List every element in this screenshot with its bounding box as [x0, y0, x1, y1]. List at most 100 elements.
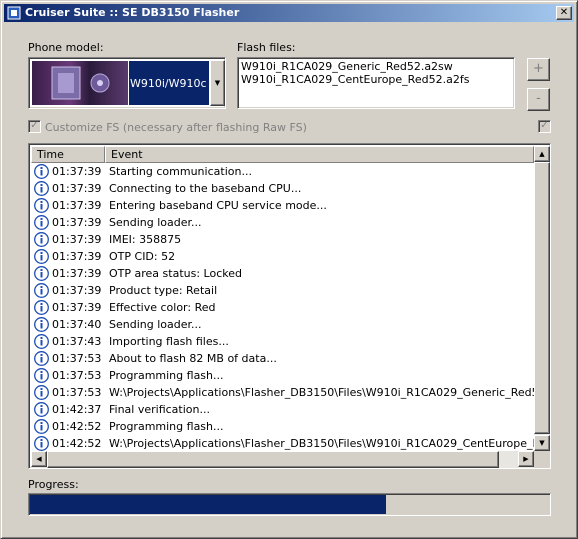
table-row[interactable]: 01:37:53 Programming flash... — [31, 367, 534, 384]
row-time: 01:37:39 — [52, 233, 102, 246]
table-row[interactable]: 01:37:39 Product type: Retail — [31, 282, 534, 299]
flasher-window: Cruiser Suite :: SE DB3150 Flasher ✕ Pho… — [0, 0, 578, 539]
row-event: W:\Projects\Applications\Flasher_DB3150\… — [109, 386, 534, 399]
progress-fill — [30, 495, 386, 514]
info-icon — [34, 215, 49, 230]
row-time: 01:37:39 — [52, 284, 102, 297]
table-row[interactable]: 01:37:39 Connecting to the baseband CPU..… — [31, 180, 534, 197]
info-icon — [34, 385, 49, 400]
row-time: 01:37:39 — [52, 267, 102, 280]
row-event: Connecting to the baseband CPU... — [109, 182, 302, 195]
horizontal-scrollbar[interactable]: ◀ ▶ — [31, 451, 534, 468]
scrollbar-corner — [534, 451, 550, 468]
remove-file-button[interactable]: - — [527, 88, 550, 111]
progress-bar — [28, 493, 551, 516]
phone-model-label: Phone model: — [28, 41, 104, 54]
phone-model-select[interactable]: W910i/W910c ▼ — [28, 57, 226, 109]
vertical-scrollbar[interactable]: ▲ ▼ — [534, 146, 550, 451]
horizontal-scroll-thumb[interactable] — [47, 451, 499, 468]
column-header-time[interactable]: Time — [31, 146, 105, 163]
row-time: 01:37:39 — [52, 182, 102, 195]
list-item[interactable]: W910i_R1CA029_Generic_Red52.a2sw — [241, 60, 511, 73]
event-log[interactable]: Time Event 01:37:39 Starting communicatio… — [28, 143, 551, 469]
table-row[interactable]: 01:37:53 About to flash 82 MB of data... — [31, 350, 534, 367]
table-row[interactable]: 01:37:39 OTP area status: Locked — [31, 265, 534, 282]
row-event: W:\Projects\Applications\Flasher_DB3150\… — [109, 437, 534, 450]
log-header: Time Event — [31, 146, 534, 163]
row-event: Sending loader... — [109, 318, 202, 331]
checkmark-icon: ✓ — [30, 120, 39, 131]
row-time: 01:37:40 — [52, 318, 102, 331]
option-checkbox[interactable]: ✓ — [538, 120, 551, 133]
customize-fs-label: Customize FS (necessary after flashing R… — [45, 121, 307, 134]
close-icon: ✕ — [559, 7, 569, 18]
row-event: IMEI: 358875 — [109, 233, 182, 246]
table-row[interactable]: 01:37:43 Importing flash files... — [31, 333, 534, 350]
row-time: 01:42:52 — [52, 437, 102, 450]
row-time: 01:37:39 — [52, 165, 102, 178]
flash-files-list[interactable]: W910i_R1CA029_Generic_Red52.a2sw W910i_R… — [237, 57, 515, 109]
row-time: 01:37:39 — [52, 199, 102, 212]
row-time: 01:37:39 — [52, 216, 102, 229]
phone-image — [32, 61, 128, 105]
info-icon — [34, 334, 49, 349]
arrow-up-icon: ▲ — [539, 150, 545, 158]
row-time: 01:37:53 — [52, 386, 102, 399]
row-event: Starting communication... — [109, 165, 252, 178]
scroll-right-button[interactable]: ▶ — [518, 451, 534, 467]
row-event: About to flash 82 MB of data... — [109, 352, 277, 365]
info-icon — [34, 283, 49, 298]
table-row[interactable]: 01:42:37 Final verification... — [31, 401, 534, 418]
arrow-down-icon: ▼ — [539, 439, 545, 447]
scroll-left-button[interactable]: ◀ — [31, 451, 47, 467]
row-event: OTP area status: Locked — [109, 267, 242, 280]
table-row[interactable]: 01:37:39 Starting communication... — [31, 163, 534, 180]
row-event: Final verification... — [109, 403, 210, 416]
row-event: Entering baseband CPU service mode... — [109, 199, 327, 212]
close-button[interactable]: ✕ — [556, 6, 572, 20]
title-bar[interactable]: Cruiser Suite :: SE DB3150 Flasher ✕ — [4, 4, 574, 22]
phone-model-value: W910i/W910c — [129, 61, 209, 105]
row-event: Programming flash... — [109, 420, 224, 433]
arrow-left-icon: ◀ — [36, 455, 42, 463]
add-file-button[interactable]: + — [527, 58, 550, 81]
info-icon — [34, 181, 49, 196]
chevron-down-icon: ▼ — [214, 79, 221, 87]
row-event: OTP CID: 52 — [109, 250, 176, 263]
row-event: Product type: Retail — [109, 284, 218, 297]
scroll-down-button[interactable]: ▼ — [534, 435, 550, 451]
checkmark-icon: ✓ — [540, 120, 549, 131]
scroll-up-button[interactable]: ▲ — [534, 146, 550, 162]
info-icon — [34, 368, 49, 383]
table-row[interactable]: 01:37:53 W:\Projects\Applications\Flasher… — [31, 384, 534, 401]
info-icon — [34, 436, 49, 451]
table-row[interactable]: 01:42:52 Programming flash... — [31, 418, 534, 435]
row-time: 01:42:37 — [52, 403, 102, 416]
table-row[interactable]: 01:37:39 Sending loader... — [31, 214, 534, 231]
app-icon — [7, 6, 21, 20]
column-header-event[interactable]: Event — [105, 146, 534, 163]
vertical-scroll-thumb[interactable] — [534, 162, 550, 434]
info-icon — [34, 164, 49, 179]
row-event: Sending loader... — [109, 216, 202, 229]
phone-model-dropdown-button[interactable]: ▼ — [210, 60, 225, 106]
info-icon — [34, 351, 49, 366]
table-row[interactable]: 01:37:39 Effective color: Red — [31, 299, 534, 316]
row-event: Importing flash files... — [109, 335, 229, 348]
table-row[interactable]: 01:37:39 IMEI: 358875 — [31, 231, 534, 248]
flash-files-label: Flash files: — [237, 41, 296, 54]
log-rows: 01:37:39 Starting communication... 01:37:3… — [31, 163, 534, 451]
table-row[interactable]: 01:37:40 Sending loader... — [31, 316, 534, 333]
table-row[interactable]: 01:37:39 Entering baseband CPU service mo… — [31, 197, 534, 214]
table-row[interactable]: 01:42:52 W:\Projects\Applications\Flasher… — [31, 435, 534, 451]
info-icon — [34, 300, 49, 315]
row-event: Effective color: Red — [109, 301, 216, 314]
row-time: 01:37:53 — [52, 369, 102, 382]
info-icon — [34, 317, 49, 332]
list-item[interactable]: W910i_R1CA029_CentEurope_Red52.a2fs — [241, 73, 511, 86]
table-row[interactable]: 01:37:39 OTP CID: 52 — [31, 248, 534, 265]
row-time: 01:37:43 — [52, 335, 102, 348]
customize-fs-checkbox[interactable]: ✓ — [28, 120, 41, 133]
phone-picture-icon — [51, 66, 110, 100]
progress-label: Progress: — [28, 478, 79, 491]
